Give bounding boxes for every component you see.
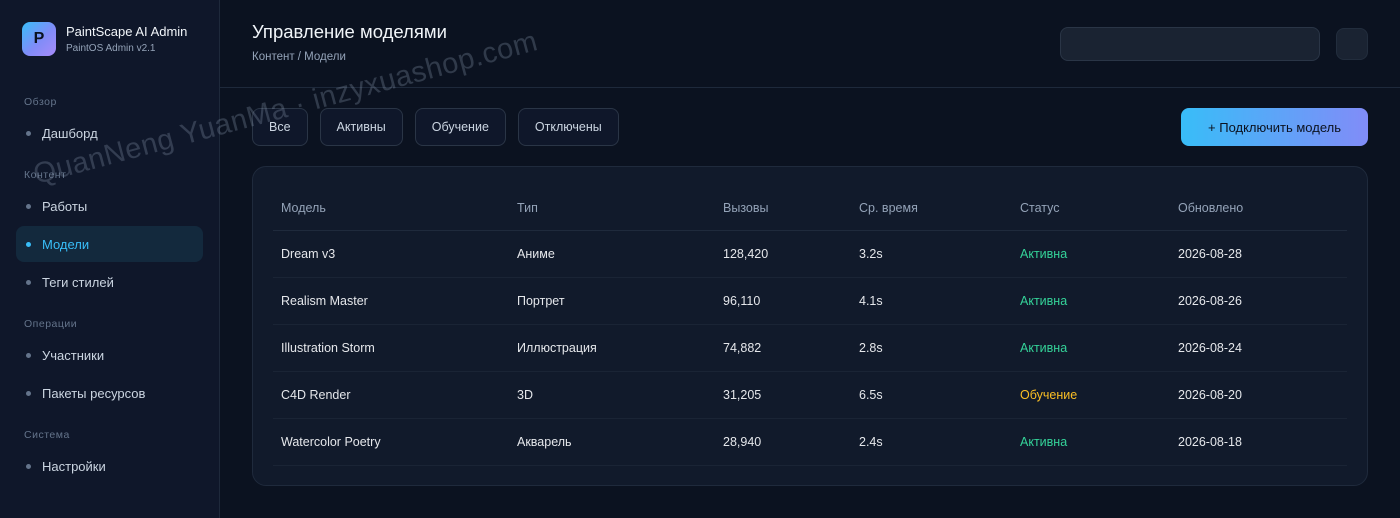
table-cell: Watercolor Poetry [273,418,509,466]
sidebar-item[interactable]: Участники [16,337,203,373]
sidebar: P PaintScape AI Admin PaintOS Admin v2.1… [0,0,220,518]
status-badge: Активна [1012,230,1170,278]
table-row[interactable]: Realism Master Портрет 96,110 4.1s Активна 20… [273,277,1347,325]
table-cell: 2026-08-20 [1170,371,1347,419]
sidebar-item-label: Настройки [42,458,106,474]
models-table: Модель Тип Вызовы Ср. время Статус Обновлено … [273,187,1347,466]
table-cell: 3.2s [851,230,1012,278]
filter-bar: Все Активны Обучение Отключены [252,108,619,146]
column-header[interactable]: Модель [273,187,509,231]
sidebar-item-label: Участники [42,347,105,363]
nav-section-title: Обзор [24,96,57,108]
bullet-icon [26,279,31,285]
table-cell: 74,882 [715,324,851,372]
table-header-row: Модель Тип Вызовы Ср. время Статус Обновлено [273,187,1347,231]
topbar: Управление моделями Контент / Модели [220,0,1400,88]
table-cell: 6.5s [851,371,1012,419]
table-cell: 128,420 [715,230,851,278]
table-row[interactable]: C4D Render 3D 31,205 6.5s Обучение 2026-08-20 [273,371,1347,419]
status-badge: Обучение [1012,371,1170,419]
table-cell: 2026-08-28 [1170,230,1347,278]
column-header[interactable]: Ср. время [851,187,1012,231]
brand: P PaintScape AI Admin PaintOS Admin v2.1 [16,0,203,78]
sidebar-item[interactable]: Настройки [16,448,203,484]
page-title: Управление моделями [252,21,447,42]
table-cell: Illustration Storm [273,324,509,372]
sidebar-item[interactable]: Модели [16,226,203,262]
search-input[interactable] [1060,27,1320,61]
app-logo: P [22,22,56,56]
table-cell: 2.8s [851,324,1012,372]
table-cell: 31,205 [715,371,851,419]
bullet-icon [26,241,31,247]
header-action-button[interactable] [1336,28,1368,60]
app: P PaintScape AI Admin PaintOS Admin v2.1… [0,0,1400,518]
filter-all-button[interactable]: Все [252,108,308,146]
column-header[interactable]: Обновлено [1170,187,1347,231]
bullet-icon [26,463,31,469]
table-cell: Акварель [509,418,715,466]
table-cell: Портрет [509,277,715,325]
sidebar-nav: Обзор Дашборд Контент Работы Модели Теги стил… [16,95,203,484]
sidebar-item-label: Теги стилей [42,274,114,290]
sidebar-item[interactable]: Работы [16,188,203,224]
status-badge: Активна [1012,418,1170,466]
bullet-icon [26,352,31,358]
nav-section-title: Контент [24,169,67,181]
filter-active-button[interactable]: Активны [319,108,403,146]
table-cell: 2026-08-26 [1170,277,1347,325]
sidebar-item[interactable]: Пакеты ресурсов [16,375,203,411]
table-row[interactable]: Watercolor Poetry Акварель 28,940 2.4s Актив… [273,418,1347,466]
connect-model-button[interactable]: + Подключить модель [1181,108,1368,146]
table-cell: 2026-08-24 [1170,324,1347,372]
sidebar-item[interactable]: Дашборд [16,115,203,151]
table-cell: 96,110 [715,277,851,325]
sidebar-item[interactable]: Теги стилей [16,264,203,300]
bullet-icon [26,130,31,136]
main-content: Управление моделями Контент / Модели Все… [220,0,1400,518]
filter-training-button[interactable]: Обучение [414,108,506,146]
column-header[interactable]: Тип [509,187,715,231]
sidebar-item-label: Пакеты ресурсов [42,385,146,401]
models-table-card: Модель Тип Вызовы Ср. время Статус Обновлено … [252,166,1368,486]
sidebar-item-label: Модели [42,236,90,252]
column-header[interactable]: Вызовы [715,187,851,231]
table-cell: 28,940 [715,418,851,466]
table-cell: Dream v3 [273,230,509,278]
bullet-icon [26,390,31,396]
table-row[interactable]: Illustration Storm Иллюстрация 74,882 2.8s А… [273,324,1347,372]
table-cell: 2.4s [851,418,1012,466]
brand-subtitle: PaintOS Admin v2.1 [66,42,156,54]
nav-section-title: Система [24,429,70,441]
table-cell: 2026-08-18 [1170,418,1347,466]
sidebar-item-label: Дашборд [42,125,98,141]
sidebar-item-label: Работы [42,198,88,214]
table-cell: 3D [509,371,715,419]
filter-disabled-button[interactable]: Отключены [517,108,619,146]
table-cell: C4D Render [273,371,509,419]
brand-title: PaintScape AI Admin [66,23,188,39]
table-cell: 4.1s [851,277,1012,325]
table-body: Dream v3 Аниме 128,420 3.2s Активна 2026-08-2… [273,230,1347,466]
bullet-icon [26,203,31,209]
column-header[interactable]: Статус [1012,187,1170,231]
nav-section-title: Операции [24,318,78,330]
status-badge: Активна [1012,277,1170,325]
status-badge: Активна [1012,324,1170,372]
table-row[interactable]: Dream v3 Аниме 128,420 3.2s Активна 2026-08-2… [273,230,1347,278]
table-cell: Иллюстрация [509,324,715,372]
table-cell: Аниме [509,230,715,278]
breadcrumb: Контент / Модели [252,51,346,63]
table-cell: Realism Master [273,277,509,325]
